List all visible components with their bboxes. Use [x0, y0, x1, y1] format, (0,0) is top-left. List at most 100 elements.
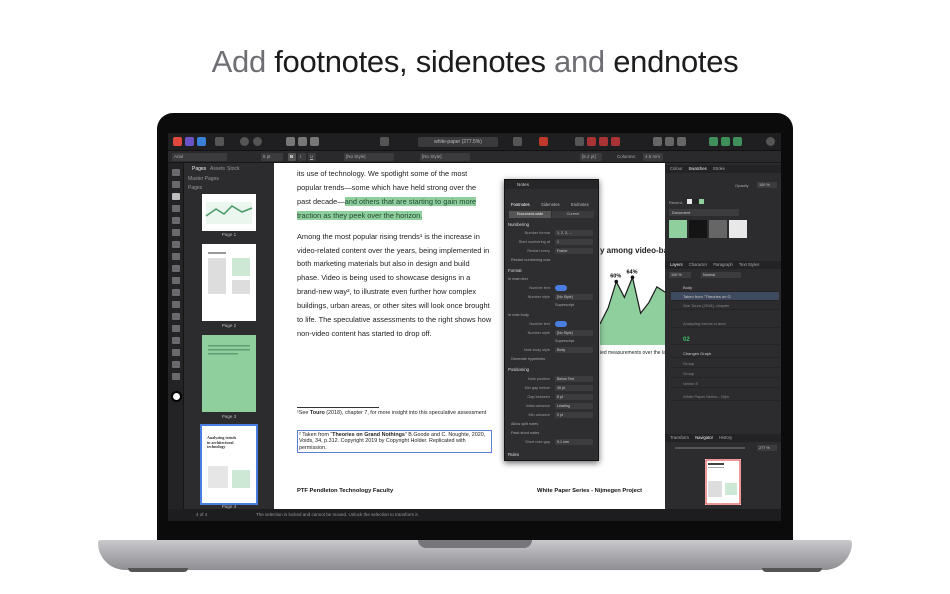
tab-text-styles[interactable]: Text Styles: [739, 262, 759, 267]
format-section[interactable]: Format: [508, 268, 522, 273]
eye-icon[interactable]: [380, 137, 389, 146]
artistic-text-icon[interactable]: [172, 217, 180, 224]
publisher-persona-icon[interactable]: [173, 137, 182, 146]
character-style-select[interactable]: [No Style]: [344, 153, 394, 161]
tab-transform[interactable]: Transform: [670, 435, 689, 440]
bold-button[interactable]: B: [288, 153, 296, 161]
area-chart[interactable]: 60% 64%: [600, 263, 665, 348]
tab-footnotes[interactable]: Footnotes: [511, 202, 530, 207]
layer-item[interactable]: Group: [671, 359, 779, 368]
grid-icon[interactable]: [310, 137, 319, 146]
tab-assets[interactable]: Assets: [210, 166, 225, 172]
font-size-field[interactable]: 8 pt: [261, 153, 283, 161]
page-thumbnail-selected[interactable]: Analyzing trends in architectural techno…: [200, 424, 258, 505]
designer-persona-icon[interactable]: [185, 137, 194, 146]
preferences-icon[interactable]: [253, 137, 262, 146]
tab-colour[interactable]: Colour: [670, 166, 682, 171]
layer-item[interactable]: 02: [671, 336, 779, 345]
restart-now-checkbox[interactable]: Restart numbering now: [511, 258, 550, 262]
tab-character[interactable]: Character: [689, 262, 707, 267]
hyperlinks-checkbox[interactable]: Generate hyperlinks: [511, 357, 545, 361]
magnet-icon[interactable]: [539, 137, 548, 146]
color-swatch[interactable]: [729, 220, 747, 238]
page-indicator[interactable]: 4 of 4: [196, 509, 207, 521]
color-picker-icon[interactable]: [172, 349, 180, 356]
zoom-field[interactable]: 277 %: [757, 445, 777, 451]
leading-field[interactable]: [5.2 pt]: [580, 153, 602, 161]
layer-item[interactable]: Changes Graph: [671, 349, 779, 358]
settings-icon[interactable]: [240, 137, 249, 146]
pencil-tool-icon[interactable]: [172, 241, 180, 248]
shape-tool-icon[interactable]: [172, 277, 180, 284]
send-back-icon[interactable]: [611, 137, 620, 146]
page-thumbnail[interactable]: [202, 244, 256, 321]
master-pages-label[interactable]: Master Pages: [188, 176, 219, 182]
frame-text-tool-icon[interactable]: [172, 193, 180, 200]
short-note-gap-field[interactable]: 5.1 mm: [555, 439, 593, 445]
notes-panel-title[interactable]: Notes: [505, 180, 598, 189]
body-number-style-select[interactable]: [No Style]: [555, 330, 593, 336]
superscript-checkbox[interactable]: Superscript: [555, 303, 574, 307]
tab-layers[interactable]: Layers: [670, 262, 683, 267]
restart-every-select[interactable]: Frame: [555, 248, 593, 254]
photo-persona-icon[interactable]: [197, 137, 206, 146]
tab-navigator[interactable]: Navigator: [695, 435, 713, 440]
recent-swatch[interactable]: [693, 199, 698, 204]
move-tool-icon[interactable]: [172, 169, 180, 176]
rectangle-frame-icon[interactable]: [172, 253, 180, 260]
tab-stock[interactable]: Stock: [227, 166, 240, 172]
layer-item[interactable]: Analyzing trends in arch: [671, 319, 779, 328]
layer-item-selected[interactable]: Taken from "Theories on G: [671, 292, 779, 301]
initial-advance-select[interactable]: Leading: [555, 403, 593, 409]
color-swatch[interactable]: [669, 220, 687, 238]
picture-frame-icon[interactable]: [172, 289, 180, 296]
page-thumbnail[interactable]: [202, 194, 256, 231]
flip-icon[interactable]: [677, 137, 686, 146]
tab-pages[interactable]: Pages: [192, 166, 206, 172]
fill-tool-icon[interactable]: [172, 325, 180, 332]
zoom-slider[interactable]: [675, 447, 745, 449]
min-advance-field[interactable]: 0 pt: [555, 412, 593, 418]
start-numbering-field[interactable]: 1: [555, 239, 593, 245]
document-wide-tab[interactable]: Document-wide: [509, 211, 551, 218]
document-title[interactable]: white-paper (277.5%): [418, 137, 498, 147]
body-text-frame[interactable]: its use of technology. We spotlight some…: [297, 167, 492, 348]
move-back-icon[interactable]: [587, 137, 596, 146]
palette-select[interactable]: Document: [669, 209, 739, 216]
color-swatch[interactable]: [689, 220, 707, 238]
distribute-icon[interactable]: [665, 137, 674, 146]
layer-opacity-field[interactable]: 100 %: [669, 272, 691, 278]
move-forward-icon[interactable]: [575, 137, 584, 146]
bring-front-icon[interactable]: [599, 137, 608, 146]
recent-swatch[interactable]: [699, 199, 704, 204]
font-family-select[interactable]: Arial: [172, 153, 227, 161]
zoom-tool-icon[interactable]: [172, 373, 180, 380]
number-style-select[interactable]: [No Style]: [555, 294, 593, 300]
pages-section-label[interactable]: Pages: [188, 185, 202, 191]
layer-item[interactable]: Body: [671, 283, 779, 292]
italic-button[interactable]: I: [298, 153, 306, 161]
gap-between-field[interactable]: 8 pt: [555, 394, 593, 400]
color-swatch[interactable]: [709, 220, 727, 238]
place-image-icon[interactable]: [172, 301, 180, 308]
transparency-tool-icon[interactable]: [172, 337, 180, 344]
color-well-icon[interactable]: [171, 391, 182, 402]
note-body-style-select[interactable]: Body: [555, 347, 593, 353]
align-icon[interactable]: [653, 137, 662, 146]
page-thumbnail[interactable]: [202, 335, 256, 412]
layer-item[interactable]: See Touro (2018), chapter: [671, 301, 779, 310]
note-position-select[interactable]: Below Text: [555, 376, 593, 382]
ellipse-tool-icon[interactable]: [172, 265, 180, 272]
tab-stroke[interactable]: Stroke: [713, 166, 725, 171]
hand-tool-icon[interactable]: [172, 361, 180, 368]
tab-history[interactable]: History: [719, 435, 732, 440]
opacity-field[interactable]: 100 %: [757, 182, 777, 188]
layer-item[interactable]: Vector 8: [671, 379, 779, 388]
boolean-subtract-icon[interactable]: [721, 137, 730, 146]
node-tool-icon[interactable]: [172, 181, 180, 188]
allow-split-checkbox[interactable]: Allow split notes: [511, 422, 538, 426]
footnote-1[interactable]: ¹See Touro (2018), chapter 7, for more i…: [297, 410, 492, 416]
rules-section[interactable]: Rules: [508, 452, 519, 457]
current-tab[interactable]: Current: [552, 211, 594, 218]
tab-sidenotes[interactable]: Sidenotes: [541, 202, 560, 207]
